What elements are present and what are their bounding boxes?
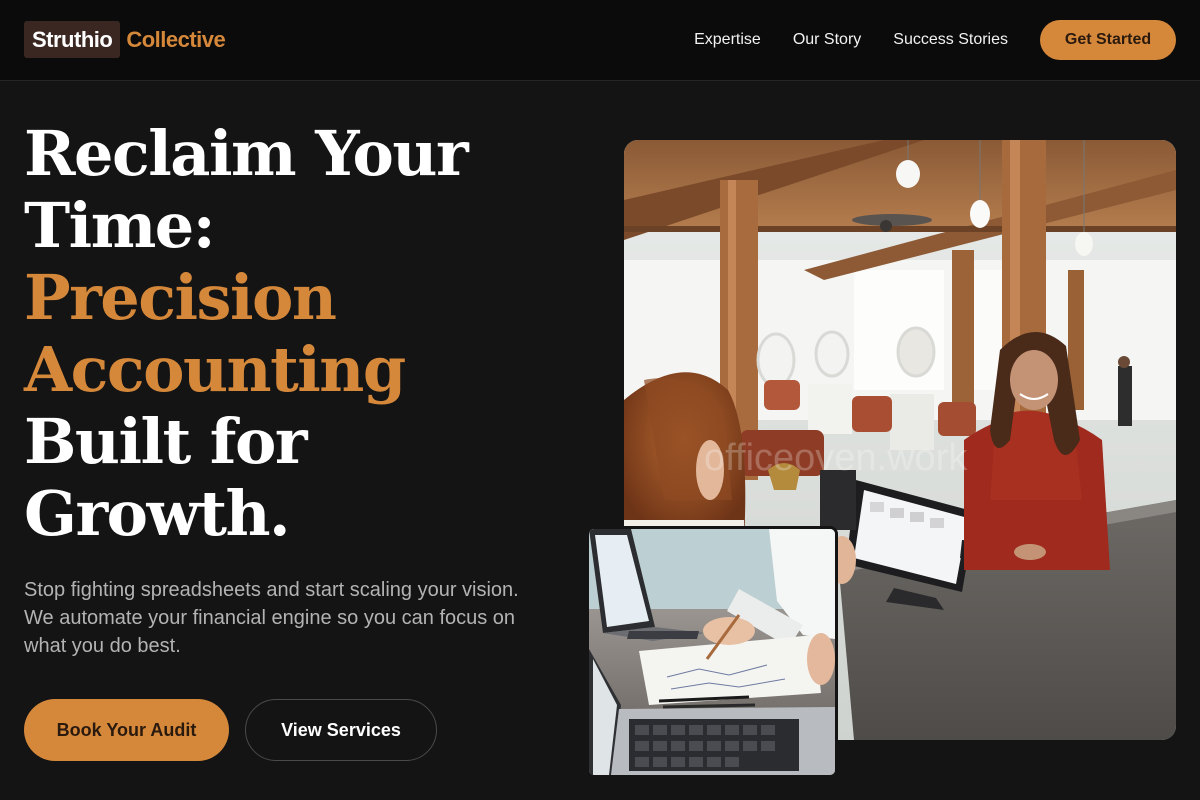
top-navbar: Struthio Collective Expertise Our Story …	[0, 0, 1200, 81]
hero-headline: Reclaim Your Time: Precision Accounting …	[24, 118, 584, 550]
headline-accent-line: Accounting	[24, 333, 406, 406]
book-audit-button[interactable]: Book Your Audit	[24, 699, 229, 761]
nav-link-success-stories[interactable]: Success Stories	[893, 30, 1008, 50]
headline-line: Growth.	[24, 477, 291, 550]
get-started-button[interactable]: Get Started	[1040, 20, 1176, 60]
nav-links: Expertise Our Story Success Stories	[694, 30, 1008, 50]
brand-name-primary: Struthio	[24, 21, 121, 58]
image-watermark: officeoven.work	[704, 437, 968, 479]
hero-subtitle: Stop fighting spreadsheets and start sca…	[24, 579, 519, 657]
headline-accent-line: Precision	[24, 261, 337, 334]
hero-photo-paperwork	[586, 526, 838, 778]
brand-name-accent: Collective	[126, 26, 226, 52]
headline-line: Time:	[24, 189, 216, 262]
headline-line: Built for	[24, 405, 308, 478]
brand-logo[interactable]: Struthio Collective	[24, 21, 226, 58]
nav-link-our-story[interactable]: Our Story	[793, 30, 861, 50]
paperwork-photo-illustration	[589, 529, 835, 775]
view-services-button[interactable]: View Services	[245, 699, 437, 761]
nav-link-expertise[interactable]: Expertise	[694, 30, 761, 50]
headline-line: Reclaim Your	[24, 117, 469, 190]
